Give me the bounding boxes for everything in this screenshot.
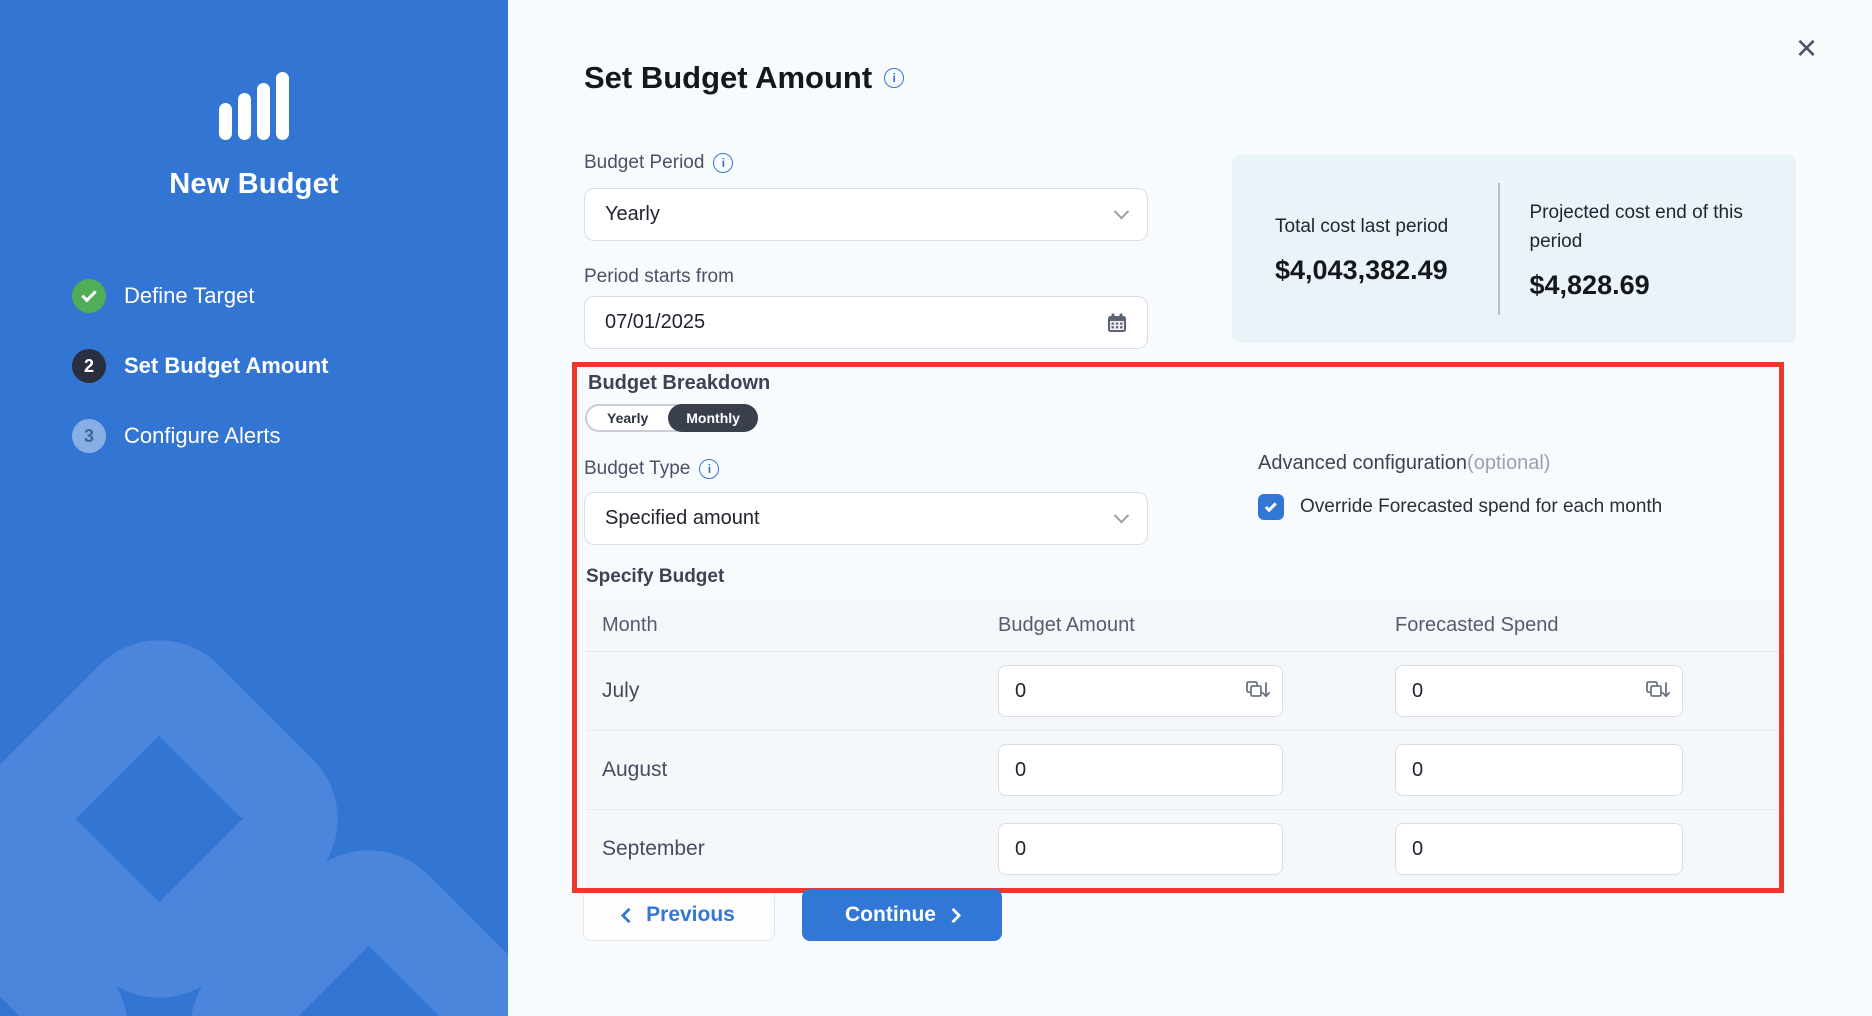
budget-amount-input-september[interactable] (998, 823, 1283, 875)
forecasted-spend-input-september[interactable] (1395, 823, 1683, 875)
table-row-september: September (586, 810, 1780, 888)
column-header-budget-amount: Budget Amount (998, 614, 1395, 637)
chevron-right-icon (946, 907, 962, 923)
table-row-july: July (586, 652, 1780, 731)
chevron-left-icon (621, 907, 637, 923)
wizard-title: New Budget (0, 168, 508, 201)
step-number-badge: 3 (72, 419, 106, 453)
wizard-steps: Define Target 2 Set Budget Amount 3 Conf… (72, 279, 329, 489)
budget-breakdown-toggle: Yearly Monthly (585, 404, 758, 432)
step-complete-check-icon (72, 279, 106, 313)
set-budget-panel: × Set Budget Amount i Budget Period i Ye… (508, 0, 1872, 1016)
budget-amount-input-july[interactable] (998, 665, 1283, 717)
wizard-sidebar: New Budget Define Target 2 Set Budget Am… (0, 0, 508, 1016)
toggle-option-yearly[interactable]: Yearly (587, 410, 668, 426)
period-start-input[interactable]: 07/01/2025 (584, 296, 1148, 349)
copy-down-icon[interactable] (1644, 679, 1670, 703)
column-header-month: Month (586, 614, 998, 637)
step-configure-alerts[interactable]: 3 Configure Alerts (72, 419, 329, 453)
step-define-target[interactable]: Define Target (72, 279, 329, 313)
month-label: August (586, 758, 998, 782)
column-header-forecasted-spend: Forecasted Spend (1395, 614, 1780, 637)
bar-chart-icon (0, 72, 508, 140)
info-icon[interactable]: i (713, 153, 733, 173)
period-start-label: Period starts from (584, 266, 734, 288)
calendar-icon[interactable] (1105, 311, 1129, 335)
chevron-down-icon (1114, 204, 1130, 220)
forecasted-spend-input-august[interactable] (1395, 744, 1683, 796)
specify-budget-table: Month Budget Amount Forecasted Spend Jul… (586, 600, 1780, 888)
total-cost-last-period: Total cost last period $4,043,382.49 (1275, 212, 1468, 286)
toggle-option-monthly[interactable]: Monthly (668, 404, 758, 432)
override-forecast-label: Override Forecasted spend for each month (1300, 496, 1662, 518)
budget-type-select[interactable]: Specified amount (584, 492, 1148, 545)
advanced-configuration-title: Advanced configuration(optional) (1258, 452, 1550, 475)
projected-cost-value: $4,828.69 (1530, 270, 1780, 301)
override-forecast-row: Override Forecasted spend for each month (1258, 494, 1662, 520)
table-row-august: August (586, 731, 1780, 810)
page-title: Set Budget Amount i (584, 60, 904, 96)
step-number-badge: 2 (72, 349, 106, 383)
copy-down-icon[interactable] (1244, 679, 1270, 703)
forecasted-spend-input-july[interactable] (1395, 665, 1683, 717)
info-icon[interactable]: i (884, 68, 904, 88)
divider (1498, 183, 1500, 315)
close-icon[interactable]: × (1796, 30, 1817, 66)
info-icon[interactable]: i (699, 459, 719, 479)
check-icon (1264, 500, 1276, 512)
budget-type-label: Budget Type i (584, 458, 719, 480)
previous-button[interactable]: Previous (583, 889, 775, 941)
table-header-row: Month Budget Amount Forecasted Spend (586, 600, 1780, 652)
step-set-budget-amount[interactable]: 2 Set Budget Amount (72, 349, 329, 383)
budget-amount-input-august[interactable] (998, 744, 1283, 796)
chevron-down-icon (1114, 508, 1130, 524)
specify-budget-label: Specify Budget (586, 566, 724, 588)
budget-period-label: Budget Period i (584, 152, 733, 174)
override-forecast-checkbox[interactable] (1258, 494, 1284, 520)
cost-summary-panel: Total cost last period $4,043,382.49 Pro… (1232, 155, 1796, 343)
month-label: July (586, 679, 998, 703)
total-cost-value: $4,043,382.49 (1275, 255, 1468, 286)
budget-breakdown-label: Budget Breakdown (588, 372, 770, 395)
projected-cost-end-period: Projected cost end of this period $4,828… (1530, 198, 1780, 301)
continue-button[interactable]: Continue (802, 889, 1002, 941)
month-label: September (586, 837, 998, 861)
budget-period-select[interactable]: Yearly (584, 188, 1148, 241)
